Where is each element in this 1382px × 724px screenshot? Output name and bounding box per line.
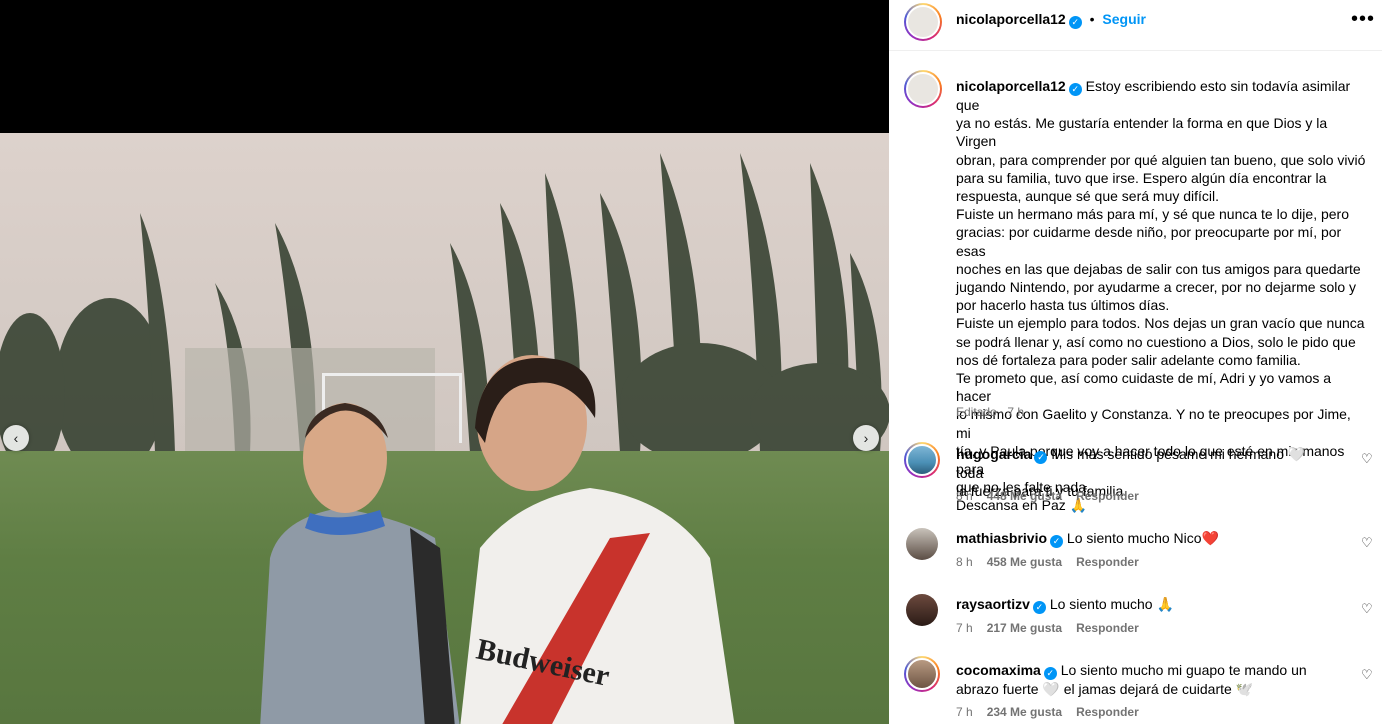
header-author-row: nicolaporcella12 ✓ • Seguir (956, 11, 1146, 29)
photo-person-right: Budweiser (460, 355, 735, 724)
like-heart-icon[interactable]: ♡ (1361, 601, 1373, 617)
caption-author-avatar[interactable] (904, 70, 942, 108)
more-horizontal-icon[interactable]: ••• (1351, 8, 1375, 31)
comment-meta: 8 h 448 Me gusta Responder (956, 489, 1153, 503)
caption-line: Fuiste un hermano más para mí, y sé que … (956, 206, 1349, 223)
comment-body-line: Lo siento mucho Nico❤️ (1066, 530, 1219, 546)
caption-line: respuesta, aunque sé que será muy difíci… (956, 188, 1220, 205)
verified-badge-icon: ✓ (1032, 601, 1046, 614)
comment-avatar[interactable] (904, 656, 940, 692)
caption-line: noches en las que dejabas de salir con t… (956, 260, 1361, 277)
author-avatar[interactable] (904, 3, 942, 41)
comment-likes[interactable]: 448 Me gusta (987, 489, 1062, 503)
comment-likes[interactable]: 458 Me gusta (987, 555, 1062, 569)
like-heart-icon[interactable]: ♡ (1361, 451, 1373, 467)
comment-avatar[interactable] (904, 442, 940, 478)
like-heart-icon[interactable]: ♡ (1361, 535, 1373, 551)
caption-line: Fuiste un ejemplo para todos. Nos dejas … (956, 315, 1365, 332)
comment-username[interactable]: hugogarcia (956, 446, 1031, 462)
comment-time: 7 h (956, 621, 973, 635)
chevron-left-icon: ‹ (13, 430, 19, 446)
comment-avatar[interactable] (906, 594, 938, 626)
comment-meta: 7 h 217 Me gusta Responder (956, 621, 1153, 635)
caption-line: para su familia, tuvo que irse. Espero a… (956, 169, 1327, 186)
post-photo: Budweiser ‹ › (0, 133, 889, 724)
caption-meta: Editado · 7 h (956, 405, 1025, 419)
comment-text: cocomaxima ✓ Lo siento mucho mi guapo te … (956, 661, 1336, 698)
comment-username[interactable]: raysaortizv (956, 596, 1030, 612)
comment-likes[interactable]: 234 Me gusta (987, 705, 1062, 719)
post-header: nicolaporcella12 ✓ • Seguir ••• (889, 0, 1382, 51)
verified-badge-icon: ✓ (1043, 667, 1057, 680)
caption-line: se podrá llenar y, así como no cuestiono… (956, 333, 1356, 350)
comment-text: mathiasbrivio ✓ Lo siento mucho Nico❤️ (956, 529, 1336, 548)
caption-line: obran, para comprender por qué alguien t… (956, 151, 1366, 168)
like-heart-icon[interactable]: ♡ (1361, 667, 1373, 683)
chevron-right-icon: › (863, 430, 869, 446)
next-photo-button[interactable]: › (853, 425, 879, 451)
post-details-panel: nicolaporcella12 ✓ • Seguir ••• nicolapor… (889, 0, 1382, 724)
caption-line: ya no estás. Me gustaría entender la for… (956, 115, 1328, 150)
comment-body-line: Lo siento mucho 🙏 (1049, 596, 1174, 612)
previous-photo-button[interactable]: ‹ (3, 425, 29, 451)
comment-likes[interactable]: 217 Me gusta (987, 621, 1062, 635)
follow-button[interactable]: Seguir (1102, 11, 1146, 27)
comment-time: 7 h (956, 705, 973, 719)
caption-line: jugando Nintendo, por ayudarme a crecer,… (956, 279, 1357, 296)
header-author-username[interactable]: nicolaporcella12 (956, 11, 1066, 27)
verified-badge-icon: ✓ (1050, 535, 1064, 548)
comment-body-line: abrazo fuerte 🤍 el jamas dejará de cuida… (956, 681, 1254, 697)
verified-badge-icon: ✓ (1068, 83, 1082, 96)
reply-button[interactable]: Responder (1076, 621, 1139, 635)
post-media: Budweiser ‹ › (0, 0, 889, 724)
comment-text: raysaortizv ✓ Lo siento mucho 🙏 (956, 595, 1336, 614)
separator-dot: • (1089, 11, 1095, 27)
comment-meta: 7 h 234 Me gusta Responder (956, 705, 1153, 719)
reply-button[interactable]: Responder (1076, 705, 1139, 719)
comment-time: 8 h (956, 489, 973, 503)
verified-badge-icon: ✓ (1034, 451, 1048, 464)
comment-time: 8 h (956, 555, 973, 569)
reply-button[interactable]: Responder (1076, 555, 1139, 569)
caption-line: gracias: por cuidarme desde niño, por pr… (956, 224, 1342, 259)
comment-username[interactable]: mathiasbrivio (956, 530, 1047, 546)
comment-meta: 8 h 458 Me gusta Responder (956, 555, 1153, 569)
caption-author-username[interactable]: nicolaporcella12 (956, 78, 1066, 94)
comment-body-line: Lo siento mucho mi guapo te mando un (1060, 662, 1307, 678)
caption-line: Te prometo que, así como cuidaste de mí,… (956, 370, 1332, 405)
caption-line: por hacerlo hasta tus últimos días. (956, 297, 1170, 314)
caption-line: nos dé fortaleza para poder salir adelan… (956, 351, 1301, 368)
verified-badge-icon: ✓ (1068, 16, 1082, 29)
comment-avatar[interactable] (906, 528, 938, 560)
reply-button[interactable]: Responder (1076, 489, 1139, 503)
comment-username[interactable]: cocomaxima (956, 662, 1041, 678)
